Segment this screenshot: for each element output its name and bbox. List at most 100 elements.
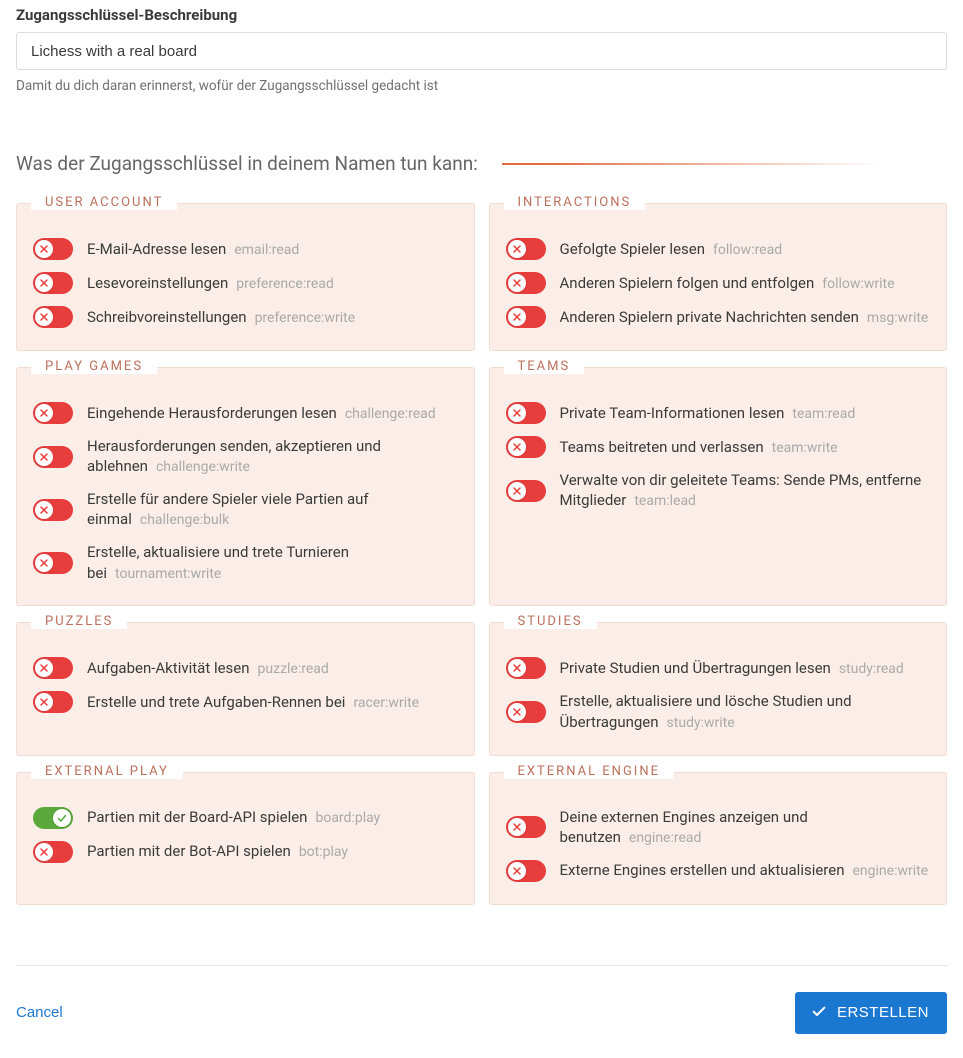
scope-code: racer:write [353, 695, 419, 711]
toggle-email-read[interactable] [33, 238, 73, 260]
scope-code: study:read [839, 661, 904, 677]
scope-text: Partien mit der Bot-API spielen bot:play [87, 841, 458, 862]
scope-code: email:read [234, 242, 299, 258]
toggle-racer-write[interactable] [33, 691, 73, 713]
scope-code: puzzle:read [258, 661, 329, 677]
close-icon [35, 308, 53, 326]
scope-code: bot:play [299, 844, 348, 860]
scope-text: Anderen Spielern folgen und entfolgenfol… [560, 273, 931, 294]
scope-text: Erstelle und trete Aufgaben-Rennen bei ra… [87, 692, 458, 713]
submit-button[interactable]: ERSTELLEN [795, 992, 947, 1034]
check-icon [811, 1003, 827, 1023]
scope-code: engine:write [853, 863, 929, 879]
scope-label: Private Team-Informationen lesen [560, 404, 785, 422]
scopes-heading: Was der Zugangsschlüssel in deinem Namen… [16, 152, 478, 175]
scope-row-team-read: Private Team-Informationen lesenteam:rea… [506, 396, 931, 430]
scope-label: Aufgaben-Aktivität lesen [87, 659, 250, 677]
close-icon [35, 448, 53, 466]
scope-text: Anderen Spielern private Nachrichten sen… [560, 307, 931, 328]
toggle-team-read[interactable] [506, 402, 546, 424]
scope-text: Aufgaben-Aktivität lesen puzzle:read [87, 658, 458, 679]
scope-code: challenge:read [345, 406, 436, 422]
close-icon [35, 693, 53, 711]
toggle-puzzle-read[interactable] [33, 657, 73, 679]
scope-label: E-Mail-Adresse lesen [87, 240, 226, 258]
scope-code: preference:read [236, 276, 334, 292]
scope-row-bot-play: Partien mit der Bot-API spielen bot:play [33, 835, 458, 869]
scope-row-follow-write: Anderen Spielern folgen und entfolgenfol… [506, 266, 931, 300]
submit-label: ERSTELLEN [837, 1004, 929, 1021]
scope-label: Eingehende Herausforderungen lesen [87, 404, 337, 422]
panel-external-engine: Deine externen Engines anzeigen und benu… [489, 772, 948, 905]
scope-text: Lesevoreinstellungenpreference:read [87, 273, 458, 294]
close-icon [35, 843, 53, 861]
close-icon [35, 501, 53, 519]
toggle-challenge-write[interactable] [33, 446, 73, 468]
scope-row-engine-read: Deine externen Engines anzeigen und benu… [506, 801, 931, 854]
close-icon [508, 482, 526, 500]
toggle-engine-write[interactable] [506, 860, 546, 882]
scope-text: Partien mit der Board-API spielenboard:p… [87, 807, 458, 828]
panel-puzzles: Aufgaben-Aktivität lesen puzzle:read Erste… [16, 622, 475, 755]
scope-text: Schreibvoreinstellungen preference:write [87, 307, 458, 328]
panel-teams: Private Team-Informationen lesenteam:rea… [489, 367, 948, 606]
scope-code: preference:write [255, 310, 356, 326]
scope-label: Anderen Spielern private Nachrichten sen… [560, 308, 859, 326]
check-icon [53, 809, 71, 827]
scope-row-engine-write: Externe Engines erstellen und aktualisie… [506, 854, 931, 888]
toggle-tournament-write[interactable] [33, 552, 73, 574]
scope-text: Verwalte von dir geleitete Teams: Sende … [560, 470, 931, 511]
close-icon [35, 274, 53, 292]
toggle-board-play[interactable] [33, 807, 73, 829]
panel-play-games: Eingehende Herausforderungen lesen challe… [16, 367, 475, 606]
scope-text: Private Studien und Übertragungen lesen s… [560, 658, 931, 679]
toggle-engine-read[interactable] [506, 816, 546, 838]
description-input[interactable] [16, 32, 947, 70]
close-icon [508, 404, 526, 422]
scope-label: Schreibvoreinstellungen [87, 308, 247, 326]
toggle-team-lead[interactable] [506, 480, 546, 502]
toggle-challenge-read[interactable] [33, 402, 73, 424]
toggle-msg-write[interactable] [506, 306, 546, 328]
scope-row-puzzle-read: Aufgaben-Aktivität lesen puzzle:read [33, 651, 458, 685]
scope-label: Partien mit der Board-API spielen [87, 808, 307, 826]
close-icon [508, 308, 526, 326]
scope-row-team-lead: Verwalte von dir geleitete Teams: Sende … [506, 464, 931, 517]
toggle-bot-play[interactable] [33, 841, 73, 863]
toggle-preference-write[interactable] [33, 306, 73, 328]
scope-text: Erstelle für andere Spieler viele Partie… [87, 489, 458, 530]
description-hint: Damit du dich daran erinnerst, wofür der… [16, 78, 947, 94]
toggle-follow-read[interactable] [506, 238, 546, 260]
scope-label: Verwalte von dir geleitete Teams: Sende … [560, 471, 922, 509]
scope-code: challenge:bulk [140, 512, 229, 528]
scope-label: Private Studien und Übertragungen lesen [560, 659, 831, 677]
scope-code: msg:write [867, 310, 928, 326]
scope-row-study-read: Private Studien und Übertragungen lesen s… [506, 651, 931, 685]
close-icon [35, 554, 53, 572]
scope-text: Erstelle, aktualisiere und lösche Studie… [560, 691, 931, 732]
scope-row-team-write: Teams beitreten und verlassenteam:write [506, 430, 931, 464]
scope-label: Externe Engines erstellen und aktualisie… [560, 861, 845, 879]
scope-row-challenge-read: Eingehende Herausforderungen lesen challe… [33, 396, 458, 430]
cancel-button[interactable]: Cancel [16, 1004, 63, 1021]
close-icon [508, 438, 526, 456]
toggle-study-write[interactable] [506, 701, 546, 723]
scope-row-study-write: Erstelle, aktualisiere und lösche Studie… [506, 685, 931, 738]
heading-underline [502, 163, 947, 165]
scope-code: engine:read [629, 830, 702, 846]
scope-row-msg-write: Anderen Spielern private Nachrichten sen… [506, 300, 931, 334]
scope-label: Partien mit der Bot-API spielen [87, 842, 291, 860]
scope-label: Erstelle und trete Aufgaben-Rennen bei [87, 693, 345, 711]
scope-code: challenge:write [156, 459, 250, 475]
scope-label: Teams beitreten und verlassen [560, 438, 764, 456]
close-icon [508, 659, 526, 677]
toggle-challenge-bulk[interactable] [33, 499, 73, 521]
scope-code: team:lead [634, 493, 696, 509]
toggle-preference-read[interactable] [33, 272, 73, 294]
toggle-study-read[interactable] [506, 657, 546, 679]
scope-row-email-read: E-Mail-Adresse lesen email:read [33, 232, 458, 266]
toggle-follow-write[interactable] [506, 272, 546, 294]
close-icon [35, 404, 53, 422]
close-icon [508, 274, 526, 292]
toggle-team-write[interactable] [506, 436, 546, 458]
